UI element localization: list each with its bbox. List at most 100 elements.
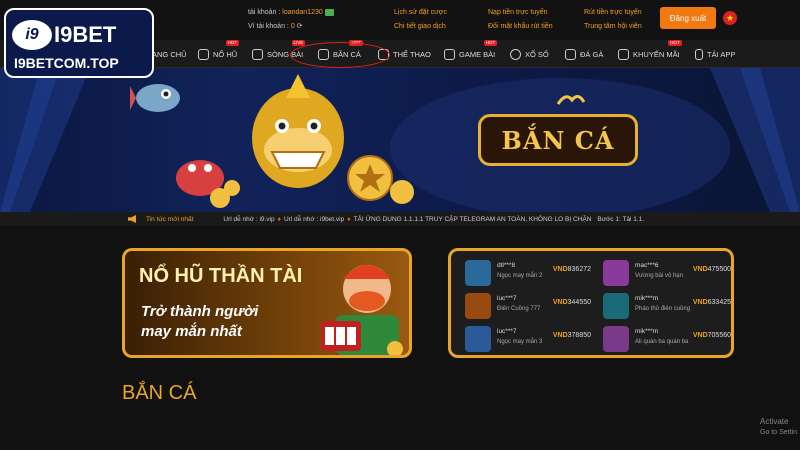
account-info: tài khoản : loandan1230 Ví tài khoản : 0… bbox=[248, 6, 334, 34]
gift-icon bbox=[618, 48, 629, 60]
promo-title: NỔ HŨ THẦN TÀI bbox=[139, 265, 303, 287]
jackpot-value: 633425 bbox=[707, 299, 731, 306]
game-thumbnail bbox=[603, 260, 629, 286]
jackpot-game: Ngọc may mắn 2 bbox=[497, 273, 543, 279]
speaker-icon bbox=[128, 215, 136, 223]
jackpot-amount: VND633425 bbox=[693, 299, 731, 306]
refresh-icon[interactable]: ⟳ bbox=[297, 23, 303, 30]
casino-icon bbox=[252, 48, 263, 60]
jackpot-value: 344550 bbox=[567, 299, 591, 306]
game-thumbnail bbox=[465, 260, 491, 286]
section-title: BẮN CÁ bbox=[122, 382, 197, 404]
jackpot-game: Vương bài vô hạn bbox=[635, 273, 683, 279]
ticker-item-4[interactable]: Bước 1: Tải 1.1. bbox=[597, 216, 644, 223]
nav-card-games-badge: HOT bbox=[483, 40, 498, 46]
dragon-ornament-icon bbox=[556, 95, 586, 105]
link-transaction-detail[interactable]: Chi tiết giao dịch bbox=[394, 20, 447, 34]
logo-brand-name: I9BET bbox=[54, 22, 117, 47]
jackpot-row[interactable]: mik***m Pháo thủ điên cuồng VND633425 bbox=[603, 291, 731, 321]
promo-card[interactable]: NỔ HŨ THẦN TÀI Trở thành người may mắn n… bbox=[122, 248, 412, 358]
jackpot-user: mac***6 bbox=[635, 262, 659, 269]
promo-subtitle-2: may mắn nhất bbox=[141, 323, 242, 340]
header-links-col-1: Lịch sử đặt cược Chi tiết giao dịch bbox=[394, 6, 447, 34]
promo-subtitle-1: Trở thành người bbox=[141, 303, 259, 320]
jackpot-row[interactable]: mik***m Ali quán ba quán ba VND705560 bbox=[603, 324, 731, 354]
nav-lottery-label: XỔ SỐ bbox=[525, 49, 549, 59]
link-withdraw[interactable]: Rút tiền trực tuyến bbox=[584, 6, 642, 20]
ticker-label: Tin tức mới nhất bbox=[146, 215, 194, 223]
jackpot-amount: VND344550 bbox=[553, 299, 591, 306]
ticker-item-3[interactable]: TẢI ỨNG DỤNG 1.1.1.1 TRUY CẬP TELEGRAM A… bbox=[354, 216, 592, 223]
jackpot-game: Pháo thủ điên cuồng bbox=[635, 306, 691, 312]
nav-download-app[interactable]: TẢI APP bbox=[695, 40, 735, 68]
banner-title-plate: BẮN CÁ bbox=[478, 114, 638, 166]
ticker-item-2[interactable]: Url dễ nhớ : i9bet.vip bbox=[284, 216, 344, 223]
ticker-item-1[interactable]: Url dễ nhớ : i9.vip bbox=[223, 216, 274, 223]
link-member-center[interactable]: Trung tâm hội viên bbox=[584, 20, 642, 34]
jackpot-currency: VND bbox=[692, 332, 708, 339]
hero-banner bbox=[0, 68, 800, 212]
username-label: tài khoản : bbox=[248, 9, 281, 16]
jackpot-row[interactable]: dtl***8 Ngọc may mắn 2 VND836272 bbox=[465, 258, 591, 288]
header-links-col-2: Nạp tiền trực tuyến Đổi mật khẩu rút tiề… bbox=[488, 6, 553, 34]
phone-icon bbox=[695, 48, 703, 60]
jackpot-game: Ali quán ba quán ba bbox=[635, 339, 689, 345]
nav-promotions-badge: HOT bbox=[668, 40, 682, 46]
jackpot-user: luc***7 bbox=[497, 295, 517, 302]
logo-site: I9BETCOM.TOP bbox=[14, 55, 119, 71]
nav-sports-label: THỂ THAO bbox=[393, 49, 431, 59]
jackpot-row[interactable]: luc***7 Điên Cuồng 777 VND344550 bbox=[465, 291, 591, 321]
game-thumbnail bbox=[465, 326, 491, 352]
jackpot-game: Điên Cuồng 777 bbox=[497, 306, 541, 312]
jackpot-winners-panel: dtl***8 Ngọc may mắn 2 VND836272 mac***6… bbox=[448, 248, 734, 358]
username-value: loandan1230 bbox=[282, 9, 323, 16]
logout-button[interactable]: Đăng xuất bbox=[660, 7, 716, 29]
vietnam-flag-icon[interactable]: ★ bbox=[723, 11, 737, 25]
jackpot-currency: VND bbox=[692, 266, 708, 273]
news-ticker: Tin tức mới nhất Url dễ nhớ : i9.vip ♦ U… bbox=[0, 212, 800, 226]
jackpot-currency: VND bbox=[692, 299, 708, 306]
windows-activation-watermark: Activate Go to Settin bbox=[760, 416, 797, 438]
jackpot-user: mik***m bbox=[635, 295, 659, 302]
link-bet-history[interactable]: Lịch sử đặt cược bbox=[394, 6, 447, 20]
nav-lottery[interactable]: XỔ SỐ bbox=[510, 40, 549, 68]
nav-slots[interactable]: NỔ HŨ HOT bbox=[198, 40, 240, 68]
jackpot-user: mik***m bbox=[635, 328, 659, 335]
jackpot-amount: VND836272 bbox=[553, 266, 591, 273]
nav-promotions[interactable]: KHUYẾN MÃI HOT bbox=[618, 40, 682, 68]
logo-mark: i9 bbox=[12, 20, 52, 50]
message-icon[interactable] bbox=[324, 8, 334, 16]
banner-title: BẮN CÁ bbox=[501, 125, 615, 155]
jackpot-row[interactable]: mac***6 Vương bài vô hạn VND475500 bbox=[603, 258, 731, 288]
nav-card-games[interactable]: GAME BÀI HOT bbox=[444, 40, 498, 68]
nav-cockfight-label: ĐÁ GÀ bbox=[580, 49, 604, 59]
jackpot-amount: VND705560 bbox=[693, 332, 731, 339]
wallet-value: 0 bbox=[290, 23, 295, 30]
link-deposit[interactable]: Nạp tiền trực tuyến bbox=[488, 6, 553, 20]
treasure-coins-illustration bbox=[347, 155, 414, 204]
slot-icon bbox=[198, 48, 209, 60]
jackpot-currency: VND bbox=[552, 332, 568, 339]
game-thumbnail bbox=[465, 293, 491, 319]
jackpot-amount: VND378850 bbox=[553, 332, 591, 339]
link-change-withdraw-password[interactable]: Đổi mật khẩu rút tiền bbox=[488, 20, 553, 34]
jackpot-game: Ngọc may mắn 3 bbox=[497, 339, 543, 345]
nav-download-app-label: TẢI APP bbox=[707, 49, 736, 59]
cards-icon bbox=[444, 48, 455, 60]
nav-card-games-label: GAME BÀI bbox=[459, 49, 496, 59]
watermark-line-2: Go to Settin bbox=[760, 429, 797, 436]
highlight-circle bbox=[290, 42, 390, 68]
lottery-icon bbox=[510, 48, 521, 60]
jackpot-currency: VND bbox=[552, 266, 568, 273]
rooster-icon bbox=[565, 48, 576, 60]
nav-promotions-label: KHUYẾN MÃI bbox=[633, 49, 680, 59]
crab-and-coins-illustration bbox=[176, 160, 240, 208]
nav-cockfight[interactable]: ĐÁ GÀ bbox=[565, 40, 603, 68]
brand-logo[interactable]: i9 I9BET I9BETCOM.TOP bbox=[4, 8, 154, 78]
fish-illustration bbox=[130, 84, 180, 112]
game-thumbnail bbox=[603, 326, 629, 352]
jackpot-amount: VND475500 bbox=[693, 266, 731, 273]
wallet-label: Ví tài khoản : bbox=[248, 23, 289, 30]
jackpot-row[interactable]: luc***7 Ngọc may mắn 3 VND378850 bbox=[465, 324, 591, 354]
jackpot-currency: VND bbox=[552, 299, 568, 306]
